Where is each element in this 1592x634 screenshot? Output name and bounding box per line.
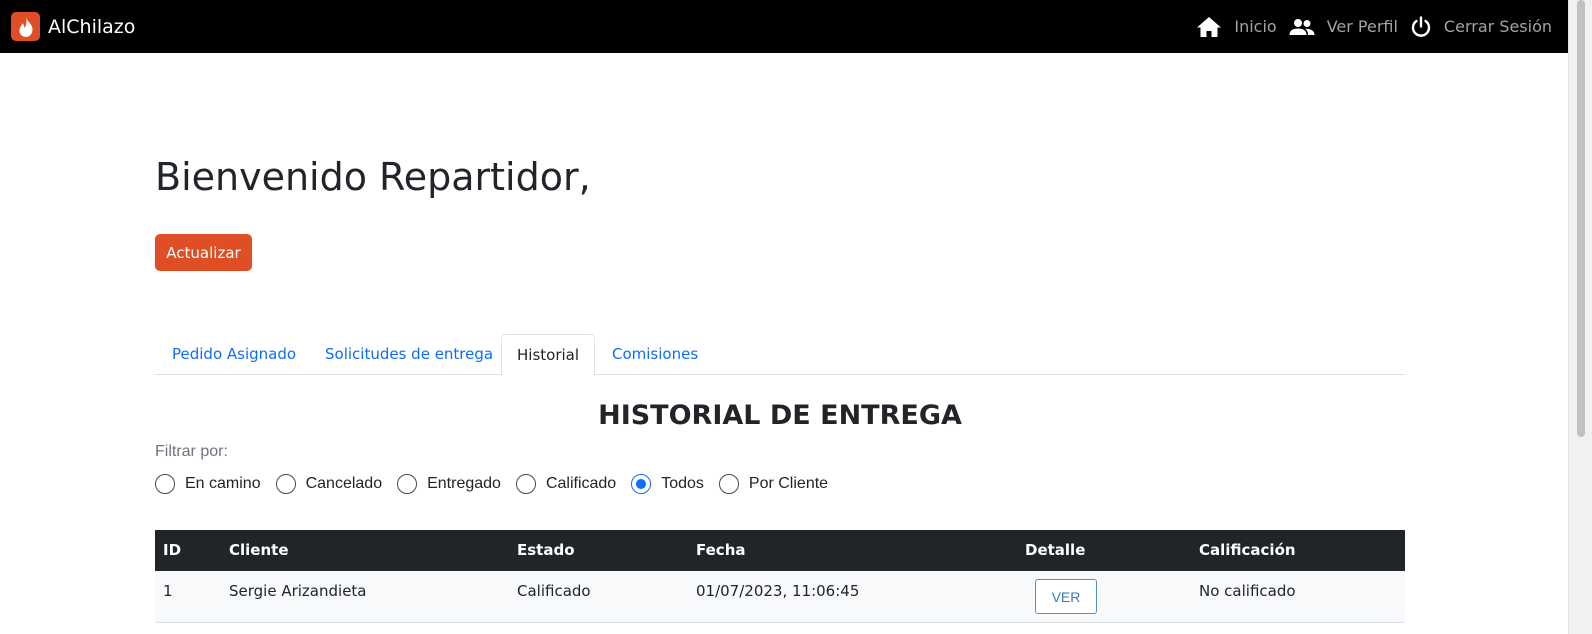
- table-header: ID Cliente Estado Fecha Detalle Califica…: [155, 530, 1405, 571]
- column-header-detalle: Detalle: [1025, 541, 1086, 559]
- page-title: Bienvenido Repartidor,: [155, 155, 591, 199]
- tab-comisiones[interactable]: Comisiones: [612, 334, 698, 375]
- view-detail-button[interactable]: VER: [1035, 579, 1097, 614]
- column-header-fecha: Fecha: [696, 541, 746, 559]
- column-header-estado: Estado: [517, 541, 575, 559]
- tab-bar: Pedido Asignado Solicitudes de entrega H…: [155, 334, 1405, 376]
- filter-cancelado[interactable]: Cancelado: [275, 474, 383, 494]
- nav-link-label: Ver Perfil: [1326, 17, 1398, 36]
- radio-label: Por Cliente: [748, 475, 829, 492]
- home-icon: [1196, 16, 1222, 38]
- nav-link-label: Inicio: [1234, 17, 1277, 36]
- brand[interactable]: AlChilazo: [11, 12, 135, 41]
- filter-por-cliente[interactable]: Por Cliente: [718, 474, 829, 494]
- radio-label: Todos: [661, 475, 704, 492]
- filter-calificado[interactable]: Calificado: [515, 474, 617, 494]
- page-scrollbar[interactable]: [1568, 0, 1592, 634]
- radio-button[interactable]: [275, 474, 296, 494]
- nav-link-ver-perfil[interactable]: Ver Perfil: [1289, 17, 1398, 36]
- tab-historial[interactable]: Historial: [501, 334, 596, 376]
- cell-cliente: Sergie Arizandieta: [229, 582, 367, 600]
- nav-links: Inicio Ver Perfil Cerrar Sesión: [1184, 0, 1552, 53]
- radio-button[interactable]: [631, 474, 652, 494]
- section-title: HISTORIAL DE ENTREGA: [598, 400, 962, 431]
- filter-radio-group: En camino Cancelado Entregado Calificado…: [155, 473, 843, 495]
- nav-link-cerrar-sesion[interactable]: Cerrar Sesión: [1410, 15, 1552, 38]
- nav-link-label: Cerrar Sesión: [1443, 17, 1552, 36]
- column-header-calificacion: Calificación: [1199, 541, 1296, 559]
- filter-en-camino[interactable]: En camino: [155, 474, 261, 494]
- radio-button[interactable]: [515, 474, 536, 494]
- cell-estado: Calificado: [517, 582, 591, 600]
- users-icon: [1289, 18, 1315, 36]
- scrollbar-thumb[interactable]: [1577, 0, 1585, 437]
- history-table: ID Cliente Estado Fecha Detalle Califica…: [155, 530, 1405, 623]
- filter-entregado[interactable]: Entregado: [397, 474, 501, 494]
- radio-label: Entregado: [427, 475, 501, 492]
- radio-button[interactable]: [718, 474, 739, 494]
- radio-button[interactable]: [155, 474, 175, 494]
- cell-id: 1: [163, 582, 173, 600]
- filter-label: Filtrar por:: [155, 443, 228, 460]
- filter-todos[interactable]: Todos: [631, 474, 704, 494]
- column-header-cliente: Cliente: [229, 541, 289, 559]
- refresh-button[interactable]: Actualizar: [155, 234, 252, 271]
- tab-pedido-asignado[interactable]: Pedido Asignado: [172, 334, 296, 375]
- top-navbar: AlChilazo Inicio Ver Perfil Cerrar Sesió…: [0, 0, 1568, 53]
- radio-label: Cancelado: [305, 475, 383, 492]
- brand-name: AlChilazo: [48, 15, 136, 38]
- cell-fecha: 01/07/2023, 11:06:45: [696, 582, 860, 600]
- nav-link-inicio[interactable]: Inicio: [1196, 16, 1277, 38]
- cell-calificacion: No calificado: [1199, 582, 1296, 600]
- radio-label: Calificado: [545, 475, 617, 492]
- radio-label: En camino: [185, 475, 261, 492]
- flame-logo-icon: [11, 12, 40, 41]
- power-icon: [1410, 15, 1432, 38]
- column-header-id: ID: [163, 541, 182, 559]
- tab-solicitudes-de-entrega[interactable]: Solicitudes de entrega: [325, 334, 493, 375]
- table-row: 1 Sergie Arizandieta Calificado 01/07/20…: [155, 571, 1405, 623]
- radio-button[interactable]: [397, 474, 418, 494]
